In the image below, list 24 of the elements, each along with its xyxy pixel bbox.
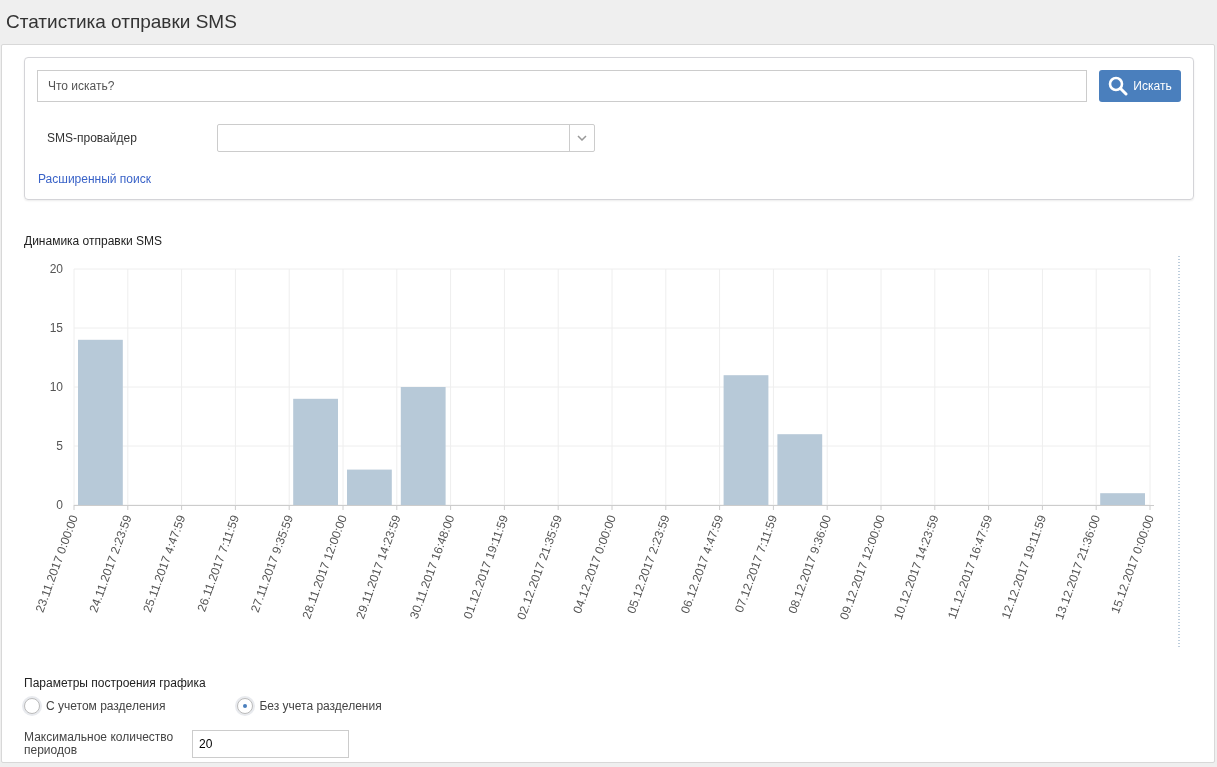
y-tick-label: 10 (49, 380, 63, 394)
max-periods-label: Максимальное количество периодов (24, 731, 175, 757)
radio-option[interactable]: С учетом разделения (24, 698, 166, 714)
provider-select[interactable] (217, 124, 595, 152)
y-tick-label: 0 (56, 498, 63, 512)
max-periods-field[interactable]: 20 (192, 730, 349, 758)
advanced-search-link[interactable]: Расширенный поиск (37, 172, 151, 186)
bar (777, 434, 823, 505)
radio-button[interactable] (237, 698, 254, 714)
search-button[interactable]: Искать (1099, 70, 1181, 102)
page-title: Статистика отправки SMS (6, 11, 237, 33)
y-tick-label: 5 (56, 439, 63, 453)
chart-title: Динамика отправки SMS (24, 234, 164, 248)
search-icon (1108, 76, 1129, 96)
provider-label: SMS-провайдер (46, 131, 138, 145)
y-tick-label: 15 (49, 321, 63, 335)
chevron-down-icon (577, 135, 587, 141)
bar (347, 469, 392, 505)
radio-option[interactable]: Без учета разделения (237, 698, 382, 714)
y-tick-label: 20 (49, 262, 63, 276)
radio-button[interactable] (24, 698, 40, 714)
bar (1100, 493, 1145, 505)
search-field[interactable]: Что искать? (37, 70, 1087, 102)
params-title: Параметры построения графика (24, 676, 207, 690)
